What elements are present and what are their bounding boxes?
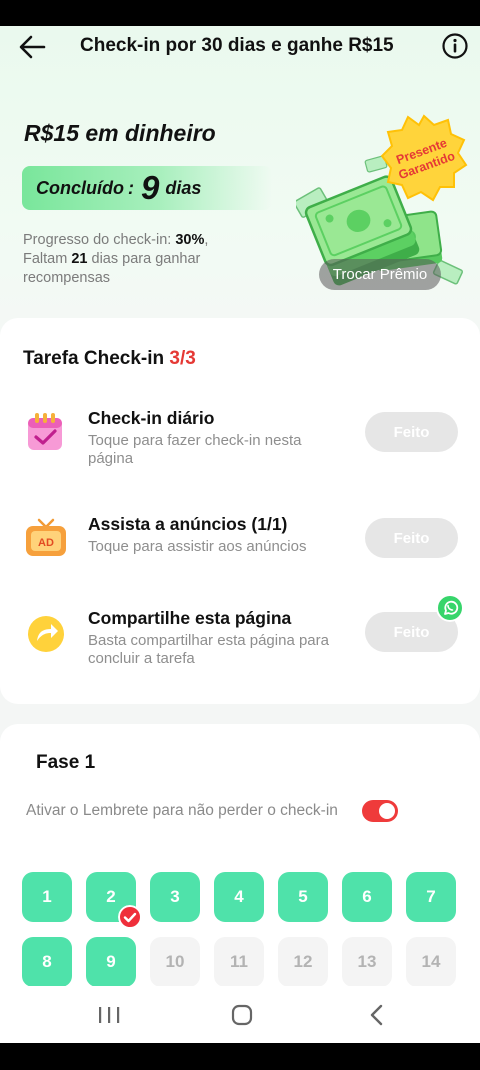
recent-apps-icon[interactable] — [94, 1000, 124, 1030]
phase-title: Fase 1 — [36, 752, 96, 773]
home-icon[interactable] — [227, 1000, 257, 1030]
exchange-prize-button[interactable]: Trocar Prêmio — [319, 259, 441, 290]
task-description: Toque para fazer check-in nesta página — [88, 432, 302, 467]
page-title: Check-in por 30 dias e ganhe R$15 — [80, 35, 394, 56]
day-cell-9[interactable]: 9 — [86, 937, 136, 987]
remaining-days: 21 — [71, 251, 88, 267]
ad-tv-icon: AD — [26, 518, 66, 556]
day-cell-10[interactable]: 10 — [150, 937, 200, 987]
day-cell-1[interactable]: 1 — [22, 872, 72, 922]
day-cell-8[interactable]: 8 — [22, 937, 72, 987]
task-count: 3/3 — [169, 348, 196, 369]
share-arrow-icon — [28, 616, 64, 652]
task-name: Check-in diário — [88, 408, 215, 428]
reminder-toggle[interactable] — [362, 800, 398, 822]
task-description: Toque para assistir aos anúncios — [88, 538, 307, 555]
svg-text:AD: AD — [38, 537, 54, 549]
remaining-prefix: Faltam — [23, 251, 72, 267]
progress-value: 30% — [175, 232, 205, 248]
day-cell-3[interactable]: 3 — [150, 872, 200, 922]
toggle-knob — [379, 803, 395, 819]
task-card-title-text: Tarefa Check-in — [23, 348, 170, 369]
completed-days-unit: dias — [165, 177, 202, 198]
task-item-watch-ads: AD Assista a anúncios (1/1) Toque para a… — [0, 514, 480, 584]
top-bar: Check-in por 30 dias e ganhe R$15 — [0, 26, 480, 66]
task-description: Basta compartilhar esta página para conc… — [88, 632, 329, 667]
day-cell-6[interactable]: 6 — [342, 872, 392, 922]
completed-separator: : — [128, 177, 134, 198]
task-card: Tarefa Check-in 3/3 Check-in diário Toqu… — [0, 318, 480, 704]
back-nav-icon[interactable] — [362, 1000, 392, 1030]
back-arrow-icon[interactable] — [16, 30, 50, 64]
day-cell-14[interactable]: 14 — [406, 937, 456, 987]
task-name: Assista a anúncios (1/1) — [88, 514, 288, 534]
completed-label: Concluído — [36, 177, 124, 198]
checked-today-icon — [118, 905, 142, 929]
progress-comma: , — [204, 232, 209, 248]
app-screen: Check-in por 30 dias e ganhe R$15 R$15 e… — [0, 26, 480, 1043]
day-cell-11[interactable]: 11 — [214, 937, 264, 987]
day-cell-5[interactable]: 5 — [278, 872, 328, 922]
task-card-title: Tarefa Check-in 3/3 — [23, 348, 196, 370]
task-name: Compartilhe esta página — [88, 608, 292, 628]
reminder-text: Ativar o Lembrete para não perder o chec… — [26, 802, 338, 819]
reward-title: R$15 em dinheiro — [24, 120, 216, 146]
whatsapp-icon — [436, 594, 464, 622]
task-done-button[interactable]: Feito — [365, 518, 458, 558]
task-done-button[interactable]: Feito — [365, 412, 458, 452]
system-nav-bar — [0, 986, 480, 1043]
day-cell-4[interactable]: 4 — [214, 872, 264, 922]
calendar-icon — [28, 413, 62, 450]
day-cell-7[interactable]: 7 — [406, 872, 456, 922]
completed-days-pill: Concluído : 9 dias — [22, 166, 272, 210]
task-item-daily-checkin: Check-in diário Toque para fazer check-i… — [0, 408, 480, 478]
progress-prefix: Progresso do check-in: — [23, 232, 176, 248]
completed-days-count: 9 — [141, 169, 160, 206]
task-item-share-page: Compartilhe esta página Basta compartilh… — [0, 594, 480, 678]
progress-text: Progresso do check-in: 30%, Faltam 21 di… — [23, 231, 263, 288]
day-cell-12[interactable]: 12 — [278, 937, 328, 987]
day-cell-13[interactable]: 13 — [342, 937, 392, 987]
info-icon[interactable] — [441, 32, 469, 60]
